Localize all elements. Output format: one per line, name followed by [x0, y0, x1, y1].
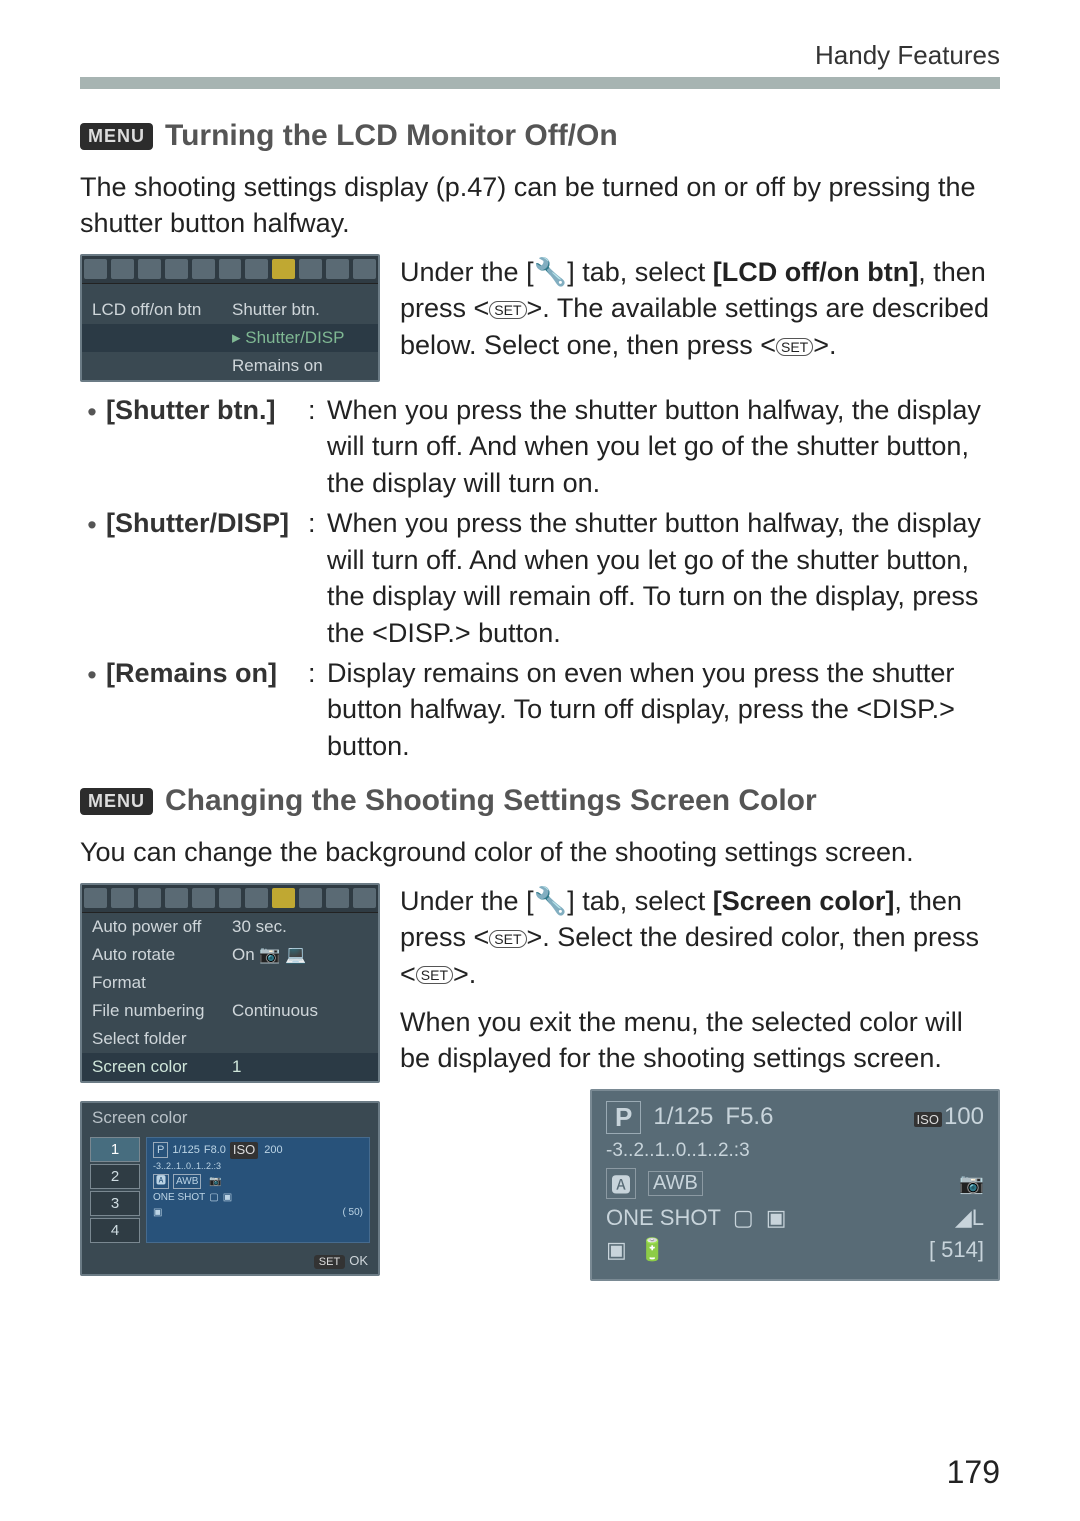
sc-preview: P 1/125 F8.0 ISO200 -3..2..1..0..1..2.:3…: [146, 1137, 370, 1243]
set-icon: SET: [314, 1255, 345, 1269]
menu-item-value: 30 sec.: [232, 917, 287, 937]
menu-item-label: Select folder: [92, 1029, 232, 1049]
menu-row: Auto power off 30 sec.: [82, 913, 378, 941]
menu-option-2-row: Remains on: [82, 352, 378, 380]
sd-af: ONE SHOT: [606, 1205, 721, 1231]
sd-iso: 100: [944, 1103, 984, 1130]
sd-aperture: F5.6: [725, 1103, 773, 1131]
page-number: 179: [947, 1454, 1000, 1491]
wrench-icon: 🔧: [534, 886, 568, 916]
color-option-2: 2: [90, 1164, 140, 1189]
iso-icon: ISO: [914, 1112, 942, 1127]
screen-color-picker: Screen color 1 2 3 4 P 1/125 F8.0 ISO200: [80, 1101, 380, 1276]
shooting-settings-preview: P 1/125 F5.6 ISO100 -3..2..1..0..1..2.:3…: [590, 1089, 1000, 1281]
menu-screenshot-lcd: LCD off/on btn Shutter btn. ▸ Shutter/DI…: [80, 254, 380, 382]
set-icon: SET: [489, 301, 526, 319]
bullet-label: [Shutter btn.]: [106, 392, 306, 428]
menu-item-value: On 📷 💻: [232, 945, 306, 965]
raw-icon: ◢L: [955, 1205, 984, 1231]
bullet-label: [Shutter/DISP]: [106, 505, 306, 541]
menu-item-label: Auto rotate: [92, 945, 232, 965]
awb-icon: AWB: [648, 1171, 703, 1196]
menu-row-lcd: LCD off/on btn Shutter btn.: [82, 296, 378, 324]
section1-heading: MENU Turning the LCD Monitor Off/On: [80, 119, 1000, 153]
menu-row: Select folder: [82, 1025, 378, 1053]
menu-option-0: Shutter btn.: [232, 300, 320, 320]
menu-row-selected: Screen color 1: [82, 1053, 378, 1081]
color-option-1: 1: [90, 1137, 140, 1162]
section1-bullets: • [Shutter btn.] : When you press the sh…: [80, 392, 1000, 764]
menu-row: Auto rotate On 📷 💻: [82, 941, 378, 969]
menu-screenshot-setup: Auto power off 30 sec. Auto rotate On 📷 …: [80, 883, 380, 1083]
set-icon: SET: [489, 930, 526, 948]
preview-shutter: 1/125: [172, 1143, 200, 1157]
menu-option-1: Shutter/DISP: [245, 328, 344, 347]
section1-intro: The shooting settings display (p.47) can…: [80, 169, 1000, 242]
sd-scale: -3..2..1..0..1..2.:3: [606, 1140, 750, 1162]
bullet-remains-on: • [Remains on] : Display remains on even…: [80, 655, 1000, 764]
menu-item-label: Auto power off: [92, 917, 232, 937]
preview-mode: P: [153, 1142, 168, 1158]
menu-tabs: [82, 256, 378, 284]
set-icon: SET: [776, 338, 813, 356]
sc-title: Screen color: [82, 1103, 378, 1133]
menu-row: File numbering Continuous: [82, 997, 378, 1025]
bullet-text: When you press the shutter button halfwa…: [327, 505, 1000, 651]
bullet-text: When you press the shutter button halfwa…: [327, 392, 1000, 501]
section2-para1: Under the [🔧] tab, select [Screen color]…: [400, 883, 1000, 992]
header-rule: [80, 77, 1000, 89]
focus-icon: ▣: [606, 1237, 627, 1263]
section2-intro: You can change the background color of t…: [80, 834, 1000, 870]
battery-icon: 🔋: [639, 1237, 666, 1263]
metering-icon: ▣: [766, 1205, 787, 1231]
bullet-dot-icon: •: [80, 505, 104, 543]
bullet-sep: :: [308, 505, 316, 541]
bullet-dot-icon: •: [80, 655, 104, 693]
menu-option-2: Remains on: [232, 356, 323, 376]
section2-heading: MENU Changing the Shooting Settings Scre…: [80, 784, 1000, 818]
picture-style-icon: 🅰: [606, 1168, 636, 1199]
color-option-4: 4: [90, 1218, 140, 1243]
menu-option-1-row: ▸ Shutter/DISP: [82, 324, 378, 352]
sd-mode: P: [606, 1101, 641, 1134]
menu-badge-icon: MENU: [80, 788, 153, 815]
bullet-label: [Remains on]: [106, 655, 306, 691]
menu-item-value: 1: [232, 1057, 241, 1077]
sd-shutter: 1/125: [653, 1103, 713, 1131]
preview-scale: -3..2..1..0..1..2.:3: [153, 1161, 363, 1173]
menu-row: Format: [82, 969, 378, 997]
sc-footer: SETOK: [82, 1251, 378, 1270]
color-option-3: 3: [90, 1191, 140, 1216]
bullet-dot-icon: •: [80, 392, 104, 430]
section2-heading-text: Changing the Shooting Settings Screen Co…: [165, 784, 817, 818]
page-header-right: Handy Features: [80, 40, 1000, 71]
drive-icon: ▢: [733, 1205, 754, 1231]
bullet-text: Display remains on even when you press t…: [327, 655, 1000, 764]
sd-shots: [ 514]: [929, 1237, 984, 1263]
quality-icon: 📷: [959, 1171, 984, 1196]
preview-af: ONE SHOT: [153, 1191, 205, 1204]
section1-right-para: Under the [🔧] tab, select [LCD off/on bt…: [400, 254, 1000, 363]
bullet-shutter-btn: • [Shutter btn.] : When you press the sh…: [80, 392, 1000, 501]
menu-item-label: Screen color: [92, 1057, 232, 1077]
preview-aperture: F8.0: [204, 1143, 226, 1157]
bullet-shutter-disp: • [Shutter/DISP] : When you press the sh…: [80, 505, 1000, 651]
menu-item-label: File numbering: [92, 1001, 232, 1021]
menu-tabs: [82, 885, 378, 913]
section2-para2: When you exit the menu, the selected col…: [400, 1004, 1000, 1077]
set-icon: SET: [416, 966, 453, 984]
bullet-sep: :: [308, 655, 316, 691]
menu-item-value: Continuous: [232, 1001, 318, 1021]
menu-item-label: LCD off/on btn: [92, 300, 232, 320]
menu-item-label: Format: [92, 973, 232, 993]
bullet-sep: :: [308, 392, 316, 428]
wrench-icon: 🔧: [534, 257, 568, 287]
menu-badge-icon: MENU: [80, 123, 153, 150]
preview-iso: 200: [264, 1143, 282, 1157]
section1-heading-text: Turning the LCD Monitor Off/On: [165, 119, 618, 153]
